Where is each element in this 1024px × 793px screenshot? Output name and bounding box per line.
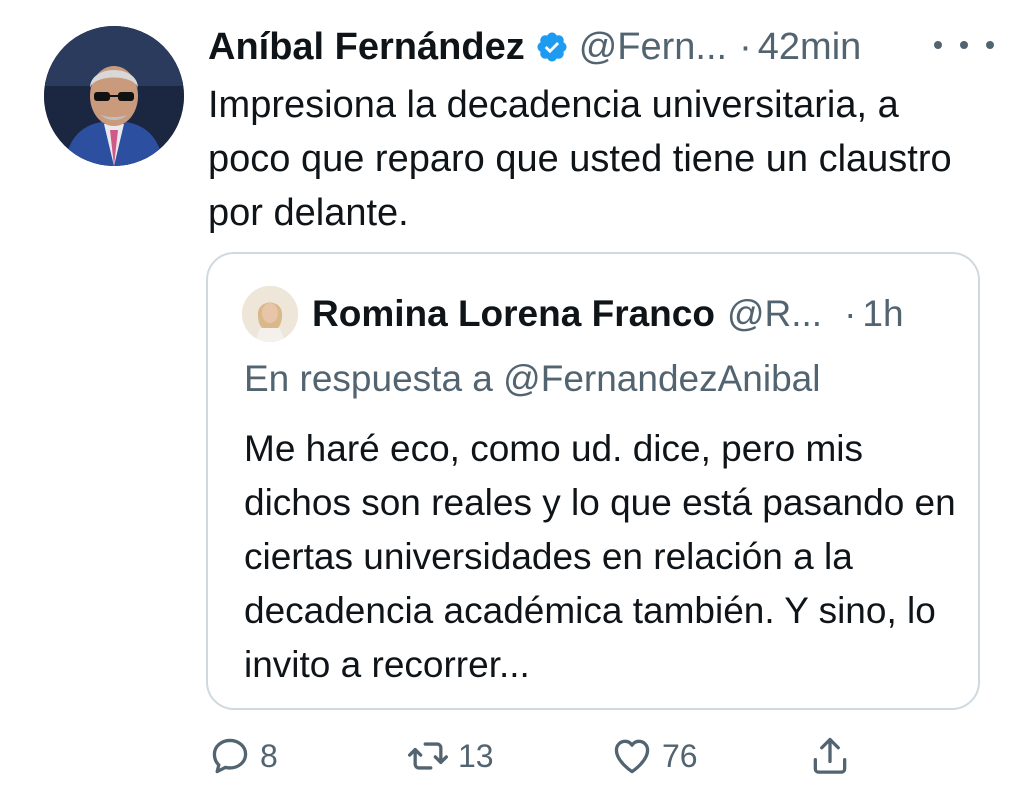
retweet-count: 13 xyxy=(458,737,494,774)
avatar-photo xyxy=(44,26,184,166)
reply-count: 8 xyxy=(260,737,278,774)
quoted-text: Me haré eco, como ud. dice, pero mis dic… xyxy=(244,428,956,685)
quoted-author-handle[interactable]: @R... xyxy=(727,293,822,335)
like-count: 76 xyxy=(662,737,698,774)
quoted-timestamp[interactable]: 1h xyxy=(862,293,903,335)
author-handle[interactable]: @Fern... xyxy=(579,26,727,69)
tweet-header: Aníbal Fernández @Fern... · 42min xyxy=(208,22,861,72)
quoted-tweet[interactable]: Romina Lorena Franco @R... · 1h En respu… xyxy=(206,252,980,710)
quoted-header: Romina Lorena Franco @R... · 1h xyxy=(312,290,904,338)
tweet[interactable]: Aníbal Fernández @Fern... · 42min Impres… xyxy=(0,0,1024,793)
quoted-avatar-photo xyxy=(242,286,298,342)
author-name[interactable]: Aníbal Fernández xyxy=(208,26,525,69)
retweet-icon xyxy=(408,742,448,770)
more-options-icon[interactable] xyxy=(934,30,994,60)
like-button[interactable]: 76 xyxy=(610,730,698,782)
quoted-author-name[interactable]: Romina Lorena Franco xyxy=(312,293,715,335)
tweet-text: Impresiona la decadencia universitaria, … xyxy=(208,84,952,234)
reply-context[interactable]: En respuesta a @FernandezAnibal xyxy=(244,358,820,400)
retweet-button[interactable]: 13 xyxy=(406,730,494,782)
share-icon xyxy=(813,737,847,774)
share-button[interactable] xyxy=(808,730,860,782)
quoted-author-avatar[interactable] xyxy=(242,286,298,342)
reply-button[interactable]: 8 xyxy=(208,730,278,782)
quoted-separator-dot: · xyxy=(844,293,857,334)
action-bar: 8 13 76 xyxy=(208,730,968,782)
tweet-timestamp[interactable]: 42min xyxy=(758,26,862,69)
reply-icon xyxy=(212,738,248,774)
author-avatar[interactable] xyxy=(44,26,184,166)
verified-badge-icon xyxy=(535,30,569,64)
heart-icon xyxy=(614,739,650,774)
separator-dot: · xyxy=(739,25,752,68)
